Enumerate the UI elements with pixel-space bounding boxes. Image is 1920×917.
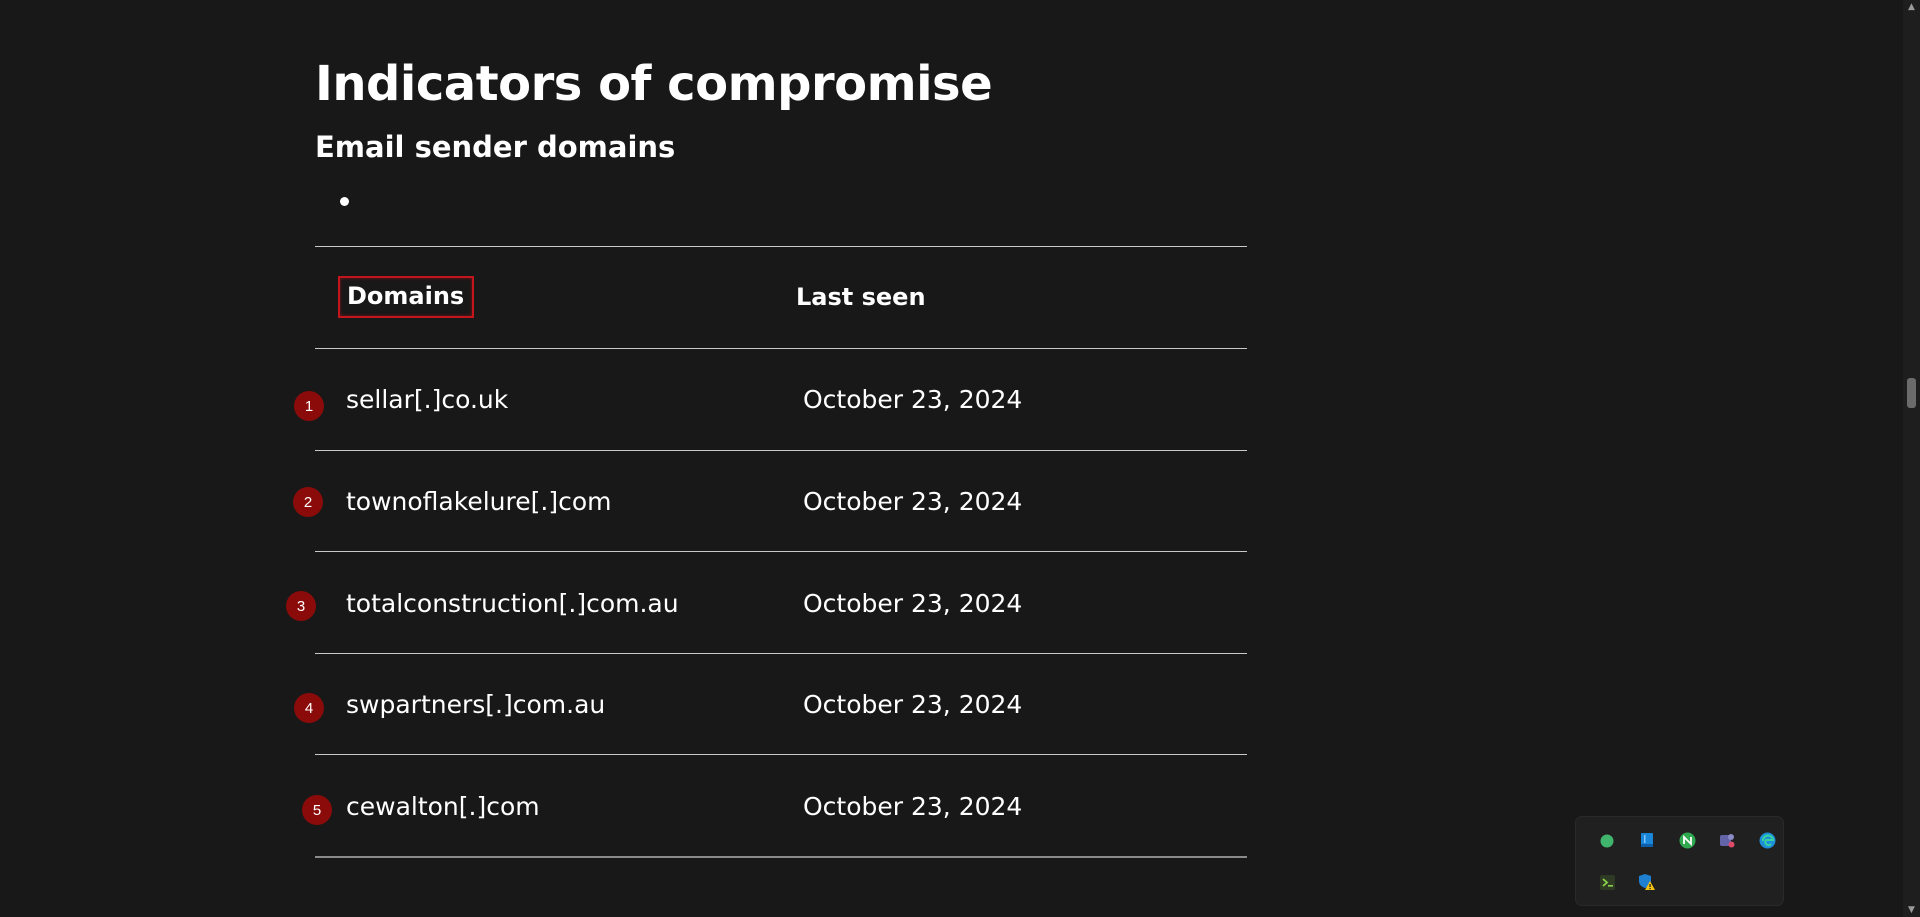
section-heading: Email sender domains (315, 130, 676, 164)
row-marker-1: 1 (294, 391, 324, 421)
tray-overflow-panel (1575, 816, 1784, 906)
blue-book-icon[interactable] (1638, 831, 1656, 849)
row-divider (315, 754, 1247, 755)
green-terminal-icon[interactable] (1598, 873, 1616, 891)
header-divider (315, 348, 1247, 349)
domain-cell[interactable]: sellar[.]co.uk (346, 385, 508, 414)
row-marker-5: 5 (302, 795, 332, 825)
last-seen-cell: October 23, 2024 (803, 690, 1023, 719)
last-seen-cell: October 23, 2024 (803, 487, 1023, 516)
last-seen-cell: October 23, 2024 (803, 792, 1023, 821)
row-marker-2: 2 (293, 487, 323, 517)
scroll-up-icon[interactable]: ▲ (1903, 0, 1920, 14)
row-divider (315, 551, 1247, 552)
column-header-domains[interactable]: Domains (338, 276, 475, 318)
last-seen-cell: October 23, 2024 (803, 589, 1023, 618)
row-marker-3: 3 (286, 591, 316, 621)
table-top-border (315, 246, 1247, 247)
row-marker-4: 4 (294, 693, 324, 723)
scroll-thumb[interactable] (1907, 378, 1916, 408)
vertical-scrollbar[interactable]: ▲ ▼ (1903, 0, 1920, 917)
domain-cell[interactable]: townoflakelure[.]com (346, 487, 611, 516)
page-title: Indicators of compromise (315, 56, 993, 112)
empty-bullet (340, 197, 349, 206)
green-n-icon[interactable] (1678, 831, 1696, 849)
domain-cell[interactable]: cewalton[.]com (346, 792, 540, 821)
row-divider (315, 653, 1247, 654)
purple-app-icon[interactable] (1718, 831, 1736, 849)
domain-cell[interactable]: swpartners[.]com.au (346, 690, 605, 719)
green-dot-icon[interactable] (1598, 832, 1616, 850)
edge-icon[interactable] (1758, 831, 1776, 849)
column-header-last-seen[interactable]: Last seen (796, 283, 926, 311)
domain-cell[interactable]: totalconstruction[.]com.au (346, 589, 679, 618)
table-bottom-border (315, 856, 1247, 858)
scroll-down-icon[interactable]: ▼ (1903, 903, 1920, 917)
defender-warning-icon[interactable] (1638, 873, 1656, 891)
last-seen-cell: October 23, 2024 (803, 385, 1023, 414)
row-divider (315, 450, 1247, 451)
